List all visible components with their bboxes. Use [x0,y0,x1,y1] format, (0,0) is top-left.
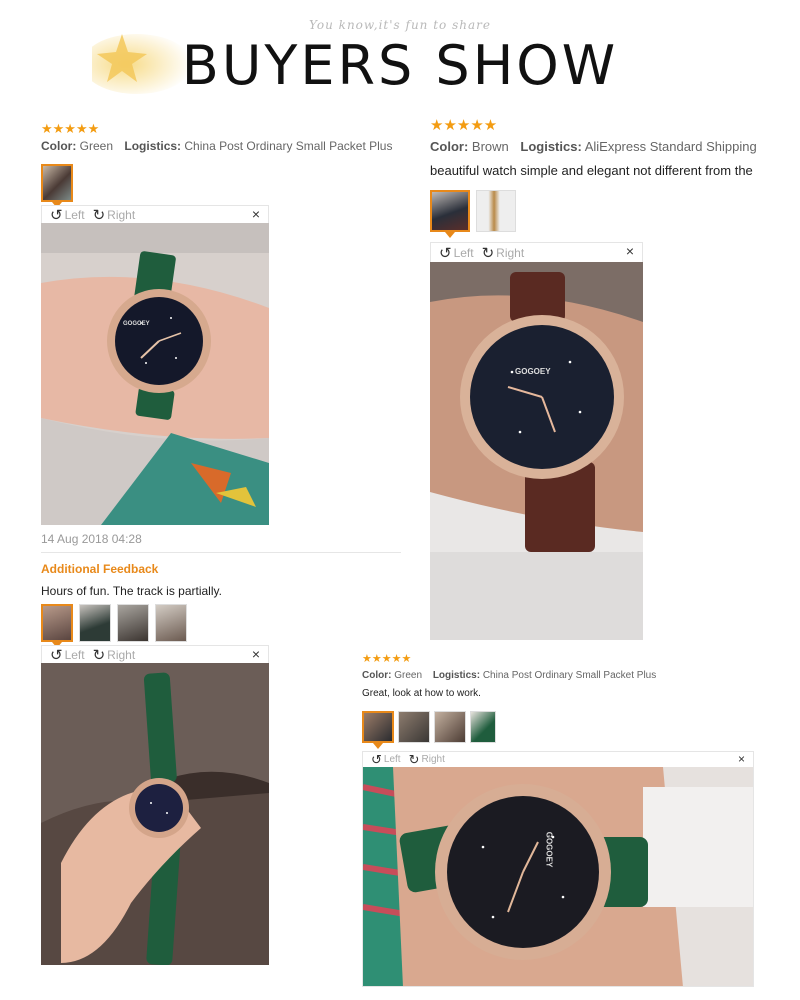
color-value: Green [394,670,423,681]
watch-brand-label: GOGOEY [515,367,551,376]
logistics-label: Logistics: [520,139,582,154]
rotate-left-button[interactable]: ↺ Left [50,206,85,224]
tagline: You know,it's fun to share [309,18,491,32]
close-icon[interactable]: × [252,206,260,222]
review-photo: GOGOEY [362,767,754,987]
rotate-right-icon: ↻ [92,206,106,224]
thumbnail[interactable] [430,190,470,238]
close-icon[interactable]: × [738,752,745,766]
image-viewer-4: ↺ Left ↻ Right × GOGOEY [362,751,754,987]
color-label: Color: [41,139,77,153]
thumbnail[interactable] [398,711,430,743]
viewer-toolbar: ↺ Left ↻ Right × [41,645,269,664]
rotate-left-icon: ↺ [50,206,63,224]
thumbnail-strip-3 [430,190,516,238]
thumbnail-strip-4 [362,711,496,749]
thumbnail[interactable] [117,604,149,642]
rotate-right-icon: ↻ [92,646,106,664]
viewer-toolbar: ↺ Left ↻ Right × [362,751,754,767]
thumbnail[interactable] [470,711,496,743]
color-value: Green [79,139,114,153]
color-label: Color: [362,670,392,681]
rotate-right-button[interactable]: ↻ Right [93,646,136,664]
thumbnail[interactable] [41,164,73,208]
review-photo: GOGOEY [41,223,269,525]
thumbnail[interactable] [476,190,516,232]
additional-feedback-label: Additional Feedback [41,562,159,576]
review-photo: GOGOEY [430,262,643,640]
thumbnail[interactable] [155,604,187,642]
rotate-right-icon: ↻ [481,244,495,262]
color-label: Color: [430,139,469,154]
divider [41,552,401,553]
rating-stars: ★★★★★ [430,117,498,134]
rating-stars: ★★★★★ [41,121,100,136]
image-viewer-2: ↺ Left ↻ Right × [41,645,269,965]
review-comment: Great, look at how to work. [362,688,481,699]
thumbnail[interactable] [434,711,466,743]
thumbnail[interactable] [79,604,111,642]
thumbnail-strip-1 [41,164,73,208]
rotate-right-icon: ↻ [408,751,420,767]
rotate-left-button[interactable]: ↺ Left [371,752,401,768]
rotate-right-button[interactable]: ↻ Right [409,752,445,768]
logistics-label: Logistics: [432,670,481,681]
rotate-left-icon: ↺ [371,751,382,767]
logistics-label: Logistics: [124,139,182,153]
image-viewer-1: ↺ Left ↻ Right × GOGOEY [41,205,269,525]
rotate-left-button[interactable]: ↺ Left [439,244,474,262]
review-card-2: ★★★★★ Color: Brown Logistics: AliExpress… [430,118,774,178]
review-meta: Color: Brown Logistics: AliExpress Stand… [430,139,774,154]
rating-stars: ★★★★★ [362,653,412,665]
watch-brand-label: GOGOEY [123,321,150,327]
rotate-left-icon: ↺ [439,244,452,262]
viewer-toolbar: ↺ Left ↻ Right × [430,242,643,262]
additional-feedback-text: Hours of fun. The track is partially. [41,584,222,598]
rotate-right-button[interactable]: ↻ Right [482,244,525,262]
review-photo [41,663,269,965]
rotate-right-button[interactable]: ↻ Right [93,206,136,224]
thumbnail[interactable] [362,711,394,749]
logistics-value: AliExpress Standard Shipping [584,139,757,154]
review-comment: beautiful watch simple and elegant not d… [430,163,753,178]
logistics-value: China Post Ordinary Small Packet Plus [482,670,657,681]
image-viewer-3: ↺ Left ↻ Right × GOGOEY [430,242,643,640]
review-meta: Color: Green Logistics: China Post Ordin… [41,139,401,153]
page-title: BUYERS SHOW [181,34,619,97]
header: You know,it's fun to share BUYERS SHOW [0,0,800,110]
logistics-value: China Post Ordinary Small Packet Plus [184,139,393,153]
close-icon[interactable]: × [626,243,634,259]
review-card-1: ★★★★★ Color: Green Logistics: China Post… [41,122,401,153]
thumbnail[interactable] [41,604,73,648]
review-meta: Color: Green Logistics: China Post Ordin… [362,670,762,681]
rotate-left-button[interactable]: ↺ Left [50,646,85,664]
thumbnail-strip-2 [41,604,187,648]
viewer-toolbar: ↺ Left ↻ Right × [41,205,269,224]
rotate-left-icon: ↺ [50,646,63,664]
close-icon[interactable]: × [252,646,260,662]
color-value: Brown [471,139,509,154]
review-date: 14 Aug 2018 04:28 [41,532,142,546]
watch-brand-label: GOGOEY [544,831,554,868]
review-card-3: ★★★★★ Color: Green Logistics: China Post… [362,653,762,700]
